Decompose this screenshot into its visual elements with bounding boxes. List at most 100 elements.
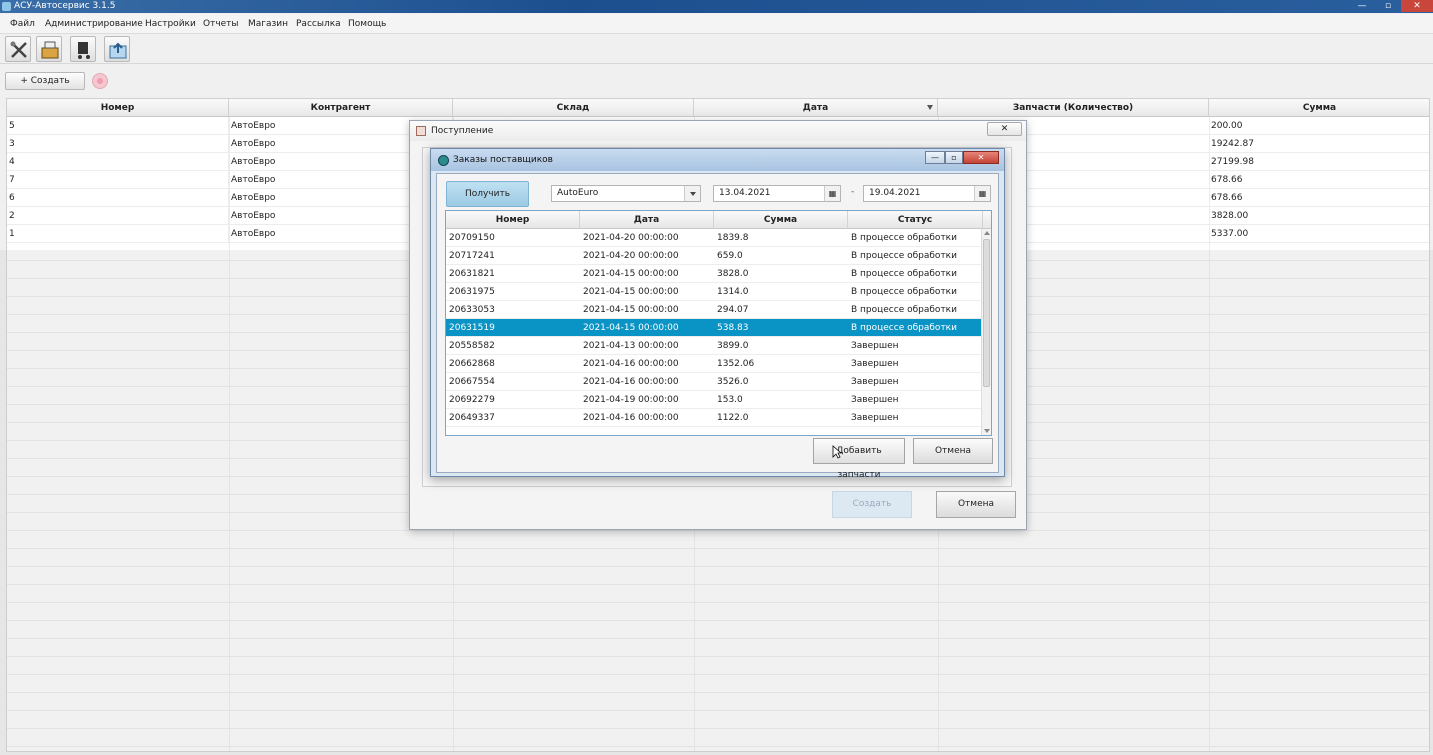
receipt-dialog-title: Поступление xyxy=(431,126,494,136)
supplier-select[interactable]: AutoEuro xyxy=(551,185,701,202)
order-cell-date: 2021-04-15 00:00:00 xyxy=(583,305,679,315)
close-button[interactable]: ✕ xyxy=(1401,0,1433,12)
create-button[interactable]: + Создать xyxy=(5,72,85,90)
col-date[interactable]: Дата xyxy=(694,99,938,117)
get-orders-button[interactable]: Получить заказы xyxy=(446,181,529,223)
order-cell-date: 2021-04-13 00:00:00 xyxy=(583,341,679,351)
order-cell-num: 20717241 xyxy=(449,251,495,261)
minimize-button[interactable]: — xyxy=(1349,0,1375,12)
order-row[interactable]: 20662868 2021-04-16 00:00:00 1352.06 Заверш… xyxy=(446,355,983,373)
col-order-number[interactable]: Номер xyxy=(446,211,580,229)
order-cell-num: 20662868 xyxy=(449,359,495,369)
date-from-value: 13.04.2021 xyxy=(719,188,771,198)
order-cell-num: 20709150 xyxy=(449,233,495,243)
column-divider xyxy=(229,117,230,751)
menu-reports[interactable]: Отчеты xyxy=(203,19,239,29)
receipt-create-button[interactable]: Создать xyxy=(832,491,912,518)
order-cell-sum: 3899.0 xyxy=(717,341,749,351)
order-row[interactable]: 20558582 2021-04-13 00:00:00 3899.0 Заверше… xyxy=(446,337,983,355)
table-header: Номер Контрагент Склад Дата Запчасти (Ко… xyxy=(7,99,1429,117)
empty-table-row xyxy=(7,621,1429,639)
cell-number: 4 xyxy=(7,153,229,171)
delete-button[interactable] xyxy=(92,73,108,89)
col-order-status[interactable]: Статус xyxy=(848,211,983,229)
order-row-selected[interactable]: 20631519 2021-04-15 00:00:00 538.83 В проце… xyxy=(446,319,983,337)
window-title: АСУ-Автосервис 3.1.5 xyxy=(14,1,116,11)
orders-minimize-button[interactable]: — xyxy=(925,151,945,164)
order-cell-date: 2021-04-16 00:00:00 xyxy=(583,377,679,387)
calendar-icon[interactable]: ▦ xyxy=(974,186,990,201)
folder-upload-button[interactable] xyxy=(104,36,130,62)
menu-administration[interactable]: Администрирование xyxy=(45,19,143,29)
cell-sum: 5337.00 xyxy=(1209,225,1429,243)
menu-help[interactable]: Помощь xyxy=(348,19,386,29)
order-cell-sum: 153.0 xyxy=(717,395,743,405)
orders-close-button[interactable]: ✕ xyxy=(963,151,999,164)
window-titlebar: АСУ-Автосервис 3.1.5 — ▫ ✕ xyxy=(0,0,1433,13)
col-sum[interactable]: Сумма xyxy=(1209,99,1429,117)
order-cell-date: 2021-04-20 00:00:00 xyxy=(583,251,679,261)
cell-number: 7 xyxy=(7,171,229,189)
cell-number: 1 xyxy=(7,225,229,243)
order-cell-status: В процессе обработки xyxy=(851,233,957,243)
empty-table-row xyxy=(7,711,1429,729)
order-row[interactable]: 20631975 2021-04-15 00:00:00 1314.0 В проце… xyxy=(446,283,983,301)
scroll-thumb[interactable] xyxy=(983,239,990,387)
col-warehouse[interactable]: Склад xyxy=(453,99,694,117)
order-row[interactable]: 20717241 2021-04-20 00:00:00 659.0 В процес… xyxy=(446,247,983,265)
toolbar xyxy=(0,34,1433,64)
order-cell-status: Завершен xyxy=(851,413,899,423)
calendar-icon[interactable]: ▦ xyxy=(824,186,840,201)
order-row[interactable]: 20692279 2021-04-19 00:00:00 153.0 Завершен xyxy=(446,391,983,409)
orders-scrollbar[interactable] xyxy=(981,229,991,435)
order-cell-status: Завершен xyxy=(851,395,899,405)
empty-table-row xyxy=(7,693,1429,711)
cart-button[interactable] xyxy=(70,36,96,62)
col-contractor[interactable]: Контрагент xyxy=(229,99,453,117)
menu-shop[interactable]: Магазин xyxy=(248,19,288,29)
cell-sum: 27199.98 xyxy=(1209,153,1429,171)
date-from-field[interactable]: 13.04.2021 ▦ xyxy=(713,185,841,202)
order-row[interactable]: 20649337 2021-04-16 00:00:00 1122.0 Заверше… xyxy=(446,409,983,427)
receipt-cancel-button[interactable]: Отмена xyxy=(936,491,1016,518)
cash-register-icon xyxy=(41,41,59,59)
order-row[interactable]: 20667554 2021-04-16 00:00:00 3526.0 Заверше… xyxy=(446,373,983,391)
order-cell-date: 2021-04-16 00:00:00 xyxy=(583,359,679,369)
order-cell-sum: 1839.8 xyxy=(717,233,749,243)
menu-file[interactable]: Файл xyxy=(10,19,35,29)
empty-table-row xyxy=(7,549,1429,567)
menu-settings[interactable]: Настройки xyxy=(145,19,196,29)
cash-register-button[interactable] xyxy=(36,36,62,62)
receipt-dialog-close-button[interactable]: ✕ xyxy=(987,122,1022,136)
chevron-down-icon[interactable] xyxy=(684,186,700,201)
order-cell-num: 20558582 xyxy=(449,341,495,351)
menu-mailing[interactable]: Рассылка xyxy=(296,19,341,29)
cell-sum: 200.00 xyxy=(1209,117,1429,135)
app-icon xyxy=(2,2,11,11)
orders-dialog-body: Получить заказы AutoEuro 13.04.2021 ▦ - … xyxy=(436,173,999,480)
scroll-up-icon[interactable] xyxy=(984,231,990,235)
order-cell-date: 2021-04-15 00:00:00 xyxy=(583,269,679,279)
date-range-separator: - xyxy=(851,187,855,197)
col-order-date[interactable]: Дата xyxy=(580,211,714,229)
order-row[interactable]: 20631821 2021-04-15 00:00:00 3828.0 В проце… xyxy=(446,265,983,283)
scroll-down-icon[interactable] xyxy=(984,429,990,433)
empty-table-row xyxy=(7,603,1429,621)
order-cell-date: 2021-04-15 00:00:00 xyxy=(583,287,679,297)
date-to-field[interactable]: 19.04.2021 ▦ xyxy=(863,185,991,202)
tools-button[interactable] xyxy=(5,36,31,62)
order-row[interactable]: 20633053 2021-04-15 00:00:00 294.07 В проце… xyxy=(446,301,983,319)
add-parts-button[interactable]: Добавить запчасти xyxy=(813,438,905,480)
col-order-sum[interactable]: Сумма xyxy=(714,211,848,229)
col-parts-count[interactable]: Запчасти (Количество) xyxy=(938,99,1209,117)
orders-cancel-button[interactable]: Отмена xyxy=(913,438,993,464)
order-cell-status: Завершен xyxy=(851,377,899,387)
orders-dialog-icon xyxy=(438,155,449,166)
order-cell-status: В процессе обработки xyxy=(851,251,957,261)
col-number[interactable]: Номер xyxy=(7,99,229,117)
order-row[interactable]: 20709150 2021-04-20 00:00:00 1839.8 В проце… xyxy=(446,229,983,247)
orders-maximize-button[interactable]: ▫ xyxy=(945,151,963,164)
orders-table-header: Номер Дата Сумма Статус xyxy=(446,211,991,229)
maximize-button[interactable]: ▫ xyxy=(1375,0,1401,12)
empty-table-row xyxy=(7,729,1429,747)
